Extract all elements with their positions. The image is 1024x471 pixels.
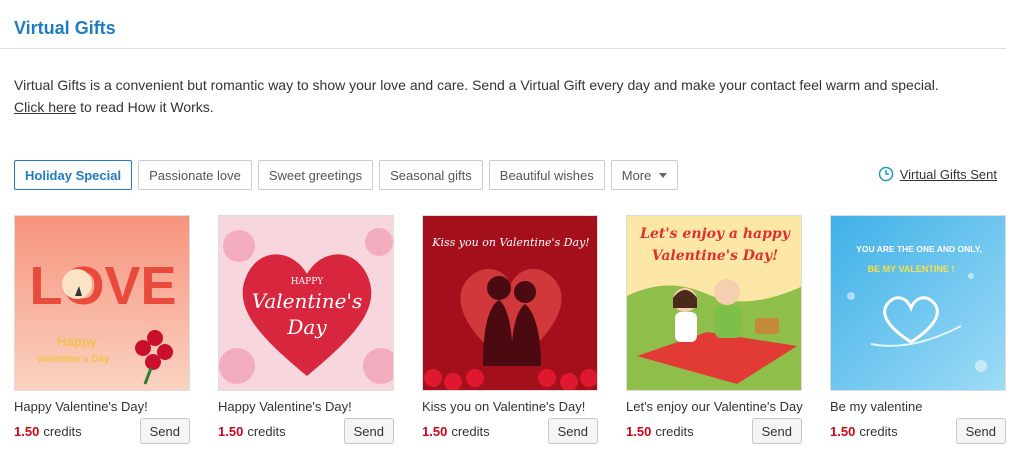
gift-price: 1.50 credits <box>14 424 82 439</box>
send-button[interactable]: Send <box>343 418 394 444</box>
gift-price: 1.50 credits <box>422 424 490 439</box>
price-unit: credits <box>655 423 694 439</box>
intro-link-suffix: to read How it Works. <box>76 99 214 115</box>
gift-card: LOVE Happy Valentine's Day Happy Valenti… <box>14 215 190 444</box>
price-amount: 1.50 <box>14 423 40 439</box>
gift-name: Happy Valentine's Day! <box>14 399 148 414</box>
gift-card: Kiss you on Valentine's Day! Kiss you on… <box>422 215 598 444</box>
price-amount: 1.50 <box>830 423 856 439</box>
gift-card: HAPPY Valentine's Day Happy Valentine's … <box>218 215 394 444</box>
gift-image-valentine-heart[interactable]: HAPPY Valentine's Day <box>218 215 394 391</box>
gift-image-kiss[interactable]: Kiss you on Valentine's Day! <box>422 215 598 391</box>
art-text: YOU ARE THE ONE AND ONLY, <box>856 244 982 254</box>
tab-seasonal-gifts[interactable]: Seasonal gifts <box>379 160 483 190</box>
art-text: BE MY VALENTINE ! <box>868 264 955 274</box>
send-button[interactable]: Send <box>139 418 190 444</box>
tab-sweet-greetings[interactable]: Sweet greetings <box>257 160 374 190</box>
tab-beautiful-wishes[interactable]: Beautiful wishes <box>488 160 605 190</box>
send-button[interactable]: Send <box>547 418 598 444</box>
gift-name: Happy Valentine's Day! <box>218 399 352 414</box>
art-text: Kiss you on Valentine's Day! <box>431 236 589 249</box>
gift-price: 1.50 credits <box>830 424 898 439</box>
virtual-gifts-sent-link[interactable]: Virtual Gifts Sent <box>878 166 997 182</box>
send-button[interactable]: Send <box>955 418 1006 444</box>
caret-down-icon <box>659 172 668 178</box>
art-text: Day <box>286 315 327 339</box>
gift-price: 1.50 credits <box>218 424 286 439</box>
tab-label: Sweet greetings <box>268 167 363 183</box>
page-title: Virtual Gifts <box>14 18 116 38</box>
tab-label: More <box>621 167 652 183</box>
gift-name: Be my valentine <box>830 399 923 414</box>
art-text: Valentine's Day <box>37 354 110 365</box>
gift-name: Let's enjoy our Valentine's Day <box>626 399 803 414</box>
gift-image-picnic[interactable]: Let's enjoy a happy Valentine's Day! <box>626 215 802 391</box>
price-amount: 1.50 <box>626 423 652 439</box>
price-unit: credits <box>859 423 898 439</box>
art-text: HAPPY <box>291 277 324 287</box>
gift-grid: LOVE Happy Valentine's Day Happy Valenti… <box>14 215 1006 444</box>
title-divider <box>0 48 1006 49</box>
intro-description: Virtual Gifts is a convenient but romant… <box>14 77 939 93</box>
tab-holiday-special[interactable]: Holiday Special <box>14 160 133 190</box>
send-button[interactable]: Send <box>751 418 802 444</box>
tab-label: Beautiful wishes <box>499 167 594 183</box>
art-text: Let's enjoy a happy <box>639 226 791 242</box>
gift-card: Let's enjoy a happy Valentine's Day! Let… <box>626 215 803 444</box>
tab-label: Passionate love <box>149 167 241 183</box>
tab-passionate-love[interactable]: Passionate love <box>138 160 252 190</box>
art-text: Valentine's Day! <box>652 248 778 264</box>
price-unit: credits <box>43 423 82 439</box>
intro-text: Virtual Gifts is a convenient but romant… <box>14 74 1004 118</box>
gift-image-love[interactable]: LOVE Happy Valentine's Day <box>14 215 190 391</box>
tab-label: Holiday Special <box>25 167 122 183</box>
gift-price: 1.50 credits <box>626 424 694 439</box>
clock-icon <box>878 166 893 182</box>
gift-name: Kiss you on Valentine's Day! <box>422 399 586 414</box>
art-text: Valentine's <box>252 289 363 313</box>
price-amount: 1.50 <box>422 423 448 439</box>
tab-label: Seasonal gifts <box>390 167 472 183</box>
price-amount: 1.50 <box>218 423 244 439</box>
gift-card: YOU ARE THE ONE AND ONLY, BE MY VALENTIN… <box>830 215 1006 444</box>
gift-image-be-my-valentine[interactable]: YOU ARE THE ONE AND ONLY, BE MY VALENTIN… <box>830 215 1006 391</box>
how-it-works-link[interactable]: Click here <box>14 99 76 115</box>
art-text: LOVE <box>29 256 176 316</box>
price-unit: credits <box>247 423 286 439</box>
more-dropdown[interactable]: More <box>610 160 679 190</box>
art-text: Happy <box>57 334 98 349</box>
sent-link-label: Virtual Gifts Sent <box>899 166 997 182</box>
price-unit: credits <box>451 423 490 439</box>
category-tabs: Holiday Special Passionate love Sweet gr… <box>14 160 679 190</box>
